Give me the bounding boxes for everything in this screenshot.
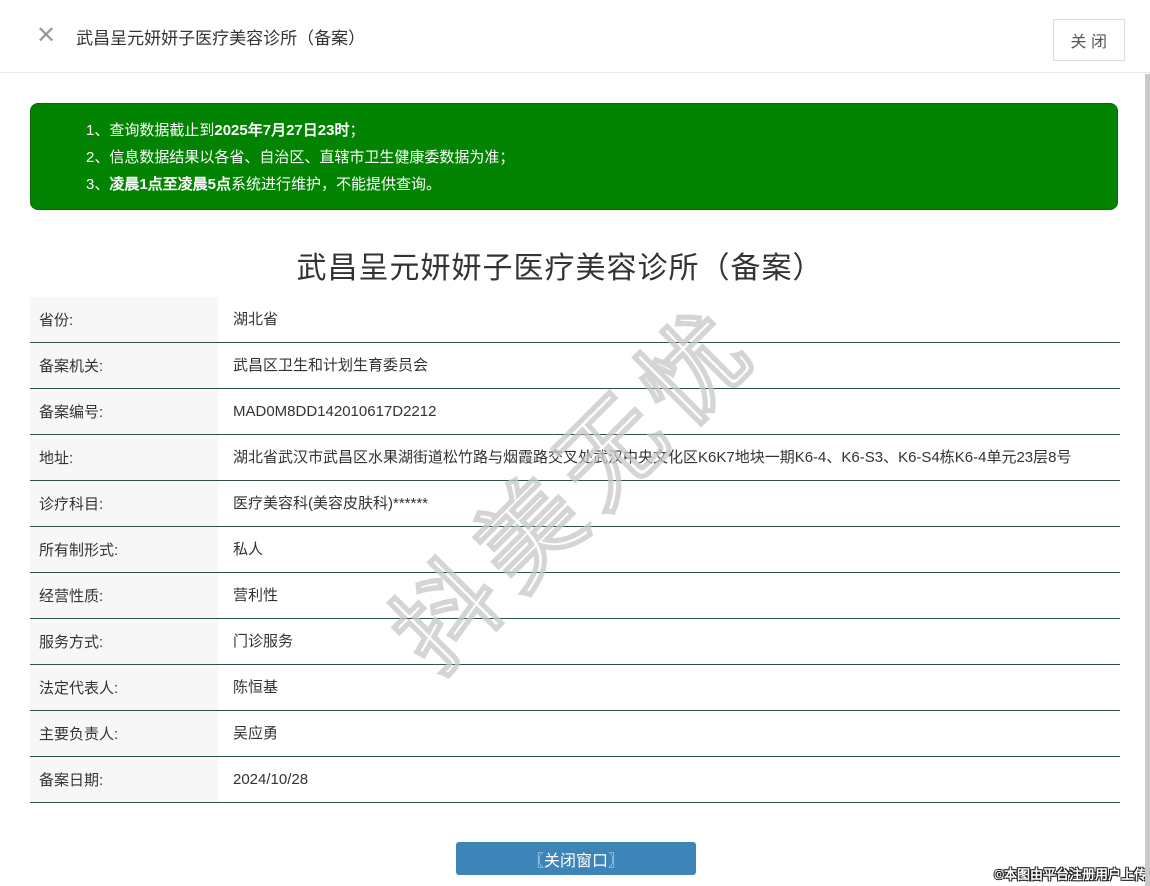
close-icon[interactable]: ✕ — [36, 24, 56, 48]
row-label: 备案编号: — [30, 389, 218, 434]
table-row-departments: 诊疗科目: 医疗美容科(美容皮肤科)****** — [30, 481, 1120, 527]
registration-info-table: 省份: 湖北省 备案机关: 武昌区卫生和计划生育委员会 备案编号: MAD0M8… — [30, 297, 1120, 803]
row-value: 湖北省 — [233, 310, 279, 328]
notice-line-number: 3、 — [86, 176, 110, 193]
row-value: 私人 — [233, 540, 264, 558]
close-button[interactable]: 关 闭 — [1052, 19, 1125, 61]
table-row-service-mode: 服务方式: 门诊服务 — [30, 619, 1120, 665]
notice-text-bold: 凌晨1点至凌晨5点 — [109, 176, 232, 193]
row-label: 诊疗科目: — [30, 481, 218, 526]
row-value: 2024/10/28 — [233, 770, 309, 788]
row-value: MAD0M8DD142010617D2212 — [233, 402, 437, 420]
clinic-title: 武昌呈元妍妍子医疗美容诊所（备案） — [296, 252, 824, 285]
table-row-filing-date: 备案日期: 2024/10/28 — [30, 757, 1120, 803]
row-label: 备案日期: — [30, 757, 218, 802]
table-row-address: 地址: 湖北省武汉市武昌区水果湖街道松竹路与烟霞路交叉处武汉中央文化区K6K7地… — [30, 435, 1120, 481]
uploaded-by-note: ©本图由平台注册用户上传 — [994, 867, 1147, 882]
notice-text: 查询数据截止到 — [109, 122, 215, 139]
row-label: 备案机关: — [30, 343, 218, 388]
page-title: 武昌呈元妍妍子医疗美容诊所（备案） — [76, 28, 366, 48]
row-value: 陈恒基 — [233, 678, 279, 696]
row-value: 门诊服务 — [233, 632, 294, 650]
row-value: 武昌区卫生和计划生育委员会 — [233, 356, 429, 374]
table-row-principal: 主要负责人: 吴应勇 — [30, 711, 1120, 757]
table-row-ownership: 所有制形式: 私人 — [30, 527, 1120, 573]
row-label: 经营性质: — [30, 573, 218, 618]
row-label: 服务方式: — [30, 619, 218, 664]
table-row-legal-representative: 法定代表人: 陈恒基 — [30, 665, 1120, 711]
medical-registration-detail-page: ✕ 武昌呈元妍妍子医疗美容诊所（备案） 关 闭 1、查询数据截止到2025年7月… — [0, 0, 1150, 886]
notice-line-2: 2、信息数据结果以各省、自治区、直辖市卫生健康委数据为准； — [86, 144, 1107, 171]
row-label: 省份: — [30, 297, 218, 342]
table-row-filing-number: 备案编号: MAD0M8DD142010617D2212 — [30, 389, 1120, 435]
notice-line-number: 2、 — [86, 149, 110, 166]
row-label: 法定代表人: — [30, 665, 218, 710]
row-label: 主要负责人: — [30, 711, 218, 756]
table-row-filing-authority: 备案机关: 武昌区卫生和计划生育委员会 — [30, 343, 1120, 389]
row-value: 吴应勇 — [233, 724, 279, 742]
row-label: 所有制形式: — [30, 527, 218, 572]
notice-text: 信息数据结果以各省、自治区、直辖市卫生健康委数据为准； — [109, 149, 515, 166]
row-value: 营利性 — [233, 586, 279, 604]
table-row-province: 省份: 湖北省 — [30, 297, 1120, 343]
notice-text-bold: 2025年7月27日23时 — [214, 122, 350, 139]
table-row-business-nature: 经营性质: 营利性 — [30, 573, 1120, 619]
notice-line-number: 1、 — [86, 122, 110, 139]
header-bar: ✕ 武昌呈元妍妍子医疗美容诊所（备案） 关 闭 — [0, 0, 1150, 73]
row-label: 地址: — [30, 435, 218, 480]
notice-banner: 1、查询数据截止到2025年7月27日23时； 2、信息数据结果以各省、自治区、… — [30, 103, 1118, 210]
notice-text: 系统进行维护，不能提供查询。 — [231, 176, 442, 193]
row-value: 医疗美容科(美容皮肤科)****** — [233, 494, 429, 512]
vertical-scrollbar[interactable] — [1145, 74, 1150, 886]
notice-text: ； — [349, 122, 365, 139]
notice-line-1: 1、查询数据截止到2025年7月27日23时； — [86, 117, 1107, 144]
close-window-button[interactable]: 〖关闭窗口〗 — [456, 842, 696, 875]
notice-line-3: 3、凌晨1点至凌晨5点系统进行维护，不能提供查询。 — [86, 171, 1107, 198]
row-value: 湖北省武汉市武昌区水果湖街道松竹路与烟霞路交叉处武汉中央文化区K6K7地块一期K… — [233, 448, 1072, 466]
